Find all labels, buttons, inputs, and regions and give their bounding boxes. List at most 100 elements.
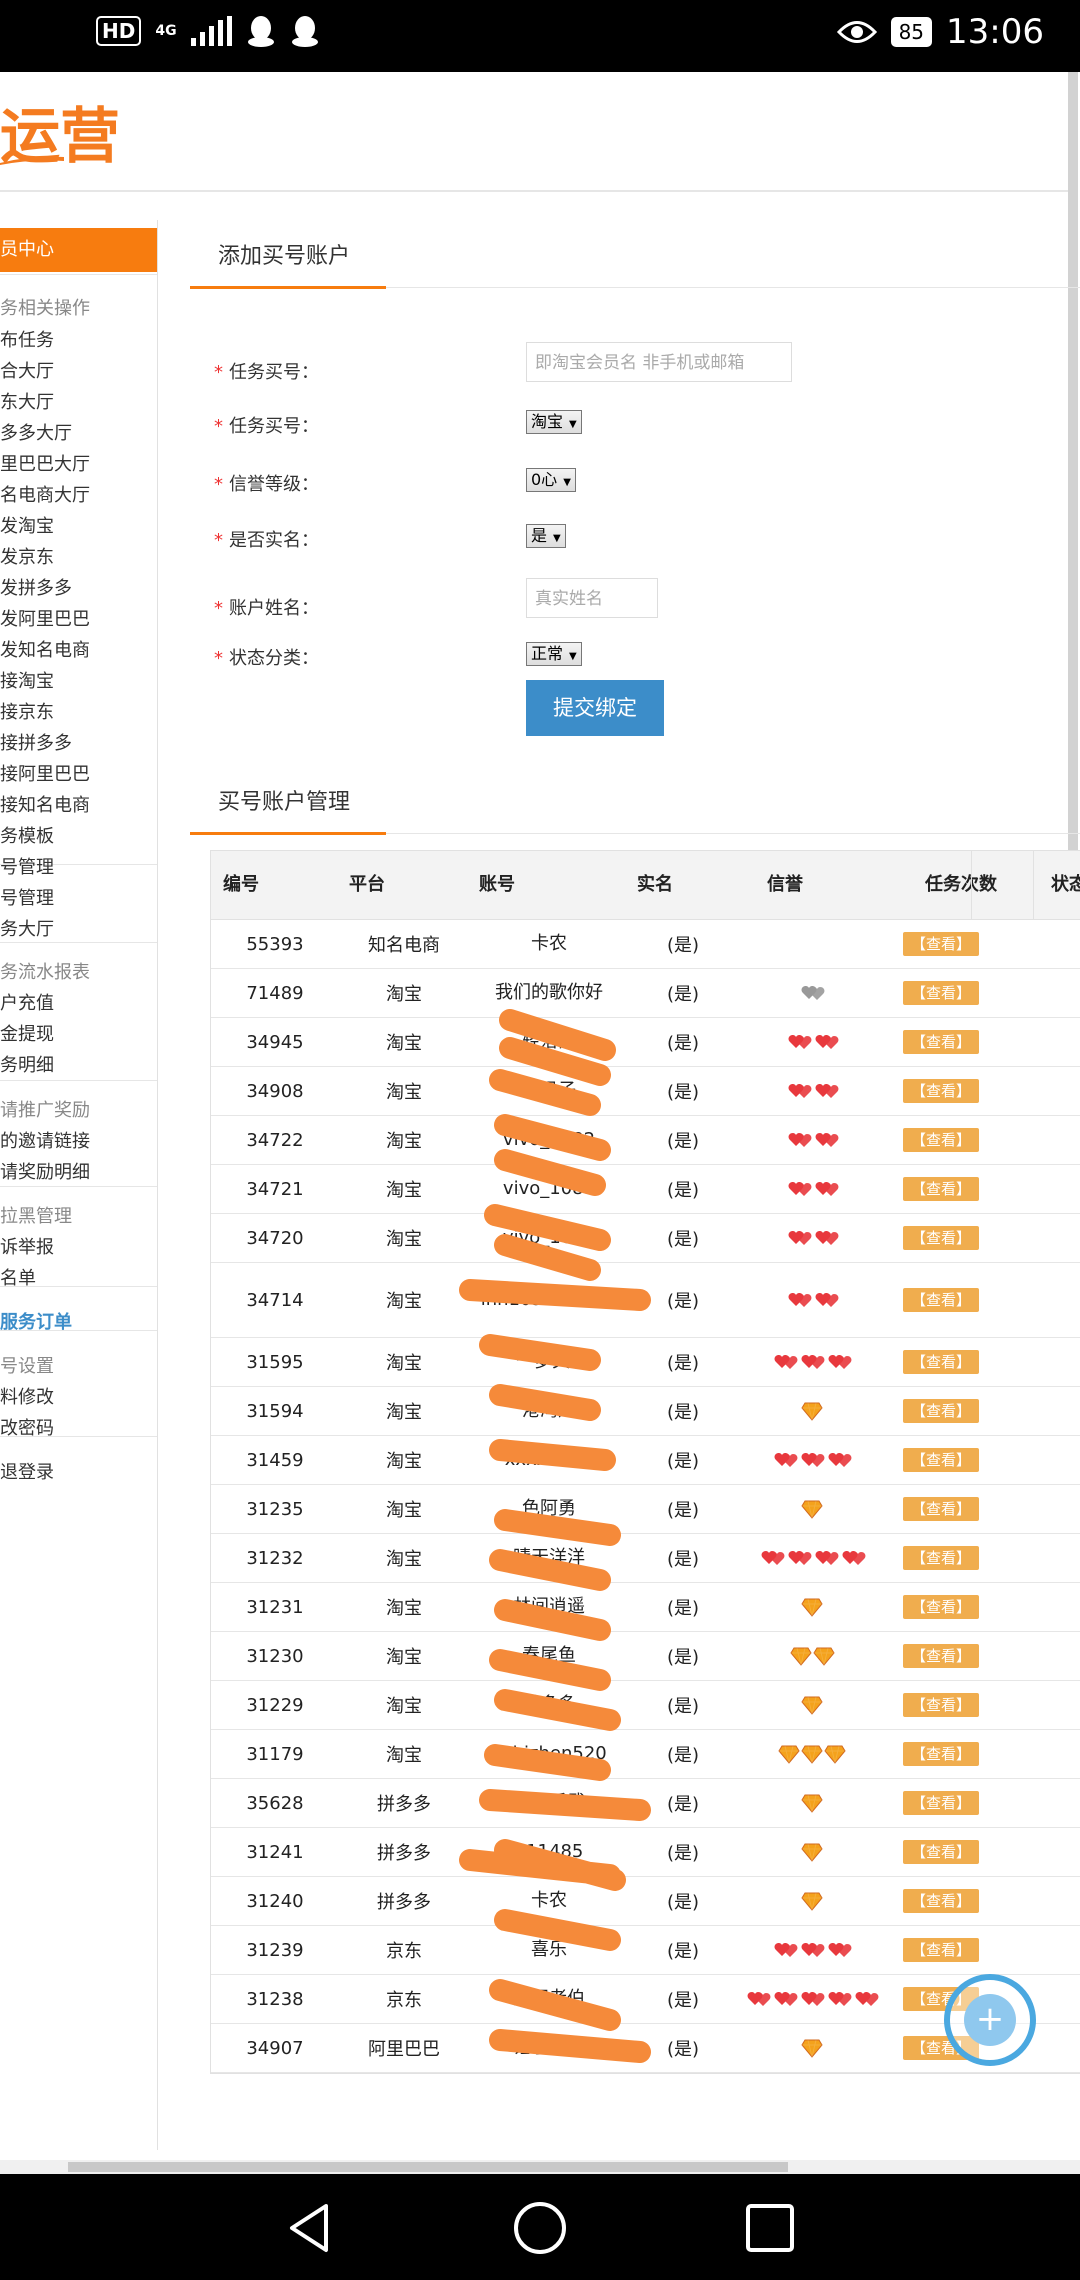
cell-platform: 拼多多 [377,1843,431,1864]
view-button[interactable]: 【查看】 [902,1079,979,1103]
view-button[interactable]: 【查看】 [902,1791,979,1815]
sidebar-item[interactable]: 发阿里巴巴 [0,605,90,631]
qq-icon [247,16,274,47]
sidebar-item[interactable]: 料修改 [0,1383,54,1409]
diamond-icon [801,1500,823,1519]
view-button[interactable]: 【查看】 [902,1497,979,1521]
sidebar-item[interactable]: 发京东 [0,543,54,569]
sidebar-item[interactable]: 接阿里巴巴 [0,760,90,786]
required-marker: * [214,362,223,383]
view-button[interactable]: 【查看】 [902,1350,979,1374]
sidebar-item[interactable]: 名单 [0,1264,36,1290]
sidebar-item[interactable]: 号管理 [0,884,54,910]
cell-id: 31232 [246,1547,304,1569]
back-icon[interactable] [280,2198,340,2258]
sidebar-item[interactable]: 名电商大厅 [0,481,90,507]
form-input[interactable]: 真实姓名 [526,578,658,618]
sidebar-item[interactable]: 多多大厅 [0,419,72,445]
sidebar-item[interactable]: 务大厅 [0,915,54,941]
view-button[interactable]: 【查看】 [902,1889,979,1913]
sidebar-item[interactable]: 金提现 [0,1020,54,1046]
cell-account: 色阿勇 [522,1498,576,1519]
required-marker: * [214,530,223,551]
sidebar-item[interactable]: 发拼多多 [0,574,72,600]
sidebar-item[interactable]: 发知名电商 [0,636,90,662]
view-button[interactable]: 【查看】 [902,1448,979,1472]
header-divider [0,190,1070,192]
table-row: 55393 知名电商 卡农 (是) 【查看】 [211,920,1080,969]
form-select[interactable]: 淘宝 ▼ [526,410,582,434]
cell-realname: (是) [666,935,700,956]
cell-actions: 【查看】 [901,1436,981,1484]
view-button[interactable]: 【查看】 [902,1742,979,1766]
cell-platform: 淘宝 [386,1229,422,1250]
cell-actions: 【查看】 [901,1165,981,1213]
sidebar-item[interactable]: 改密码 [0,1414,54,1440]
cell-account: vivo_1082 [502,1129,596,1150]
cell-id: 34945 [246,1031,304,1053]
form-label: * 信誉等级： [214,470,319,496]
sidebar-item[interactable]: 接京东 [0,698,54,724]
cell-realname: (是) [666,1647,700,1668]
cell-platform: 阿里巴巴 [368,2039,440,2060]
sidebar-link[interactable]: 服务订单 [0,1308,72,1334]
cell-credit [737,2024,887,2072]
sidebar-item[interactable]: 东大厅 [0,388,54,414]
cell-id: 34722 [246,1129,304,1151]
sidebar-item[interactable]: 务明细 [0,1051,54,1077]
view-button[interactable]: 【查看】 [902,1288,979,1312]
horizontal-scrollbar[interactable] [68,2162,788,2172]
view-button[interactable]: 【查看】 [902,1226,979,1250]
view-button[interactable]: 【查看】 [902,1030,979,1054]
view-button[interactable]: 【查看】 [902,1177,979,1201]
view-button[interactable]: 【查看】 [902,1644,979,1668]
form-label-text: 任务买号： [229,362,319,383]
sidebar-item[interactable]: 户充值 [0,989,54,1015]
view-button[interactable]: 【查看】 [902,1840,979,1864]
sidebar-item[interactable]: 的邀请链接 [0,1127,90,1153]
view-button[interactable]: 【查看】 [902,1546,979,1570]
view-button[interactable]: 【查看】 [902,1595,979,1619]
view-button[interactable]: 【查看】 [902,1693,979,1717]
sidebar-item[interactable]: 务模板 [0,822,54,848]
sidebar-item[interactable]: 号管理 [0,853,54,879]
diamond-icon [801,1696,823,1715]
sidebar-item[interactable]: 接淘宝 [0,667,54,693]
vertical-scrollbar[interactable] [1068,72,1078,852]
form-select[interactable]: 是 ▼ [526,524,566,548]
sidebar-item[interactable]: 布任务 [0,326,54,352]
form-select[interactable]: 正常 ▼ [526,642,582,666]
submit-bind-button[interactable]: 提交绑定 [526,680,664,736]
recents-icon[interactable] [740,2198,800,2258]
cell-id: 34907 [246,2037,304,2059]
cell-id: 35628 [246,1792,304,1814]
view-button[interactable]: 【查看】 [902,1128,979,1152]
form-select[interactable]: 0心 ▼ [526,468,576,492]
diamond-icon [801,1892,823,1911]
sidebar-item[interactable]: 请奖励明细 [0,1158,90,1184]
view-button[interactable]: 【查看】 [902,981,979,1005]
floating-action-button[interactable]: + [944,1974,1036,2066]
credit-icons [786,1080,839,1102]
sidebar-item[interactable]: 诉举报 [0,1233,54,1259]
form-input[interactable]: 即淘宝会员名 非手机或邮箱 [526,342,792,382]
view-button[interactable]: 【查看】 [902,1399,979,1423]
sidebar-group: 号设置 [0,1356,54,1377]
sidebar-item[interactable]: 里巴巴大厅 [0,450,90,476]
sidebar-item[interactable]: 发淘宝 [0,512,54,538]
form-label: * 状态分类： [214,644,319,670]
view-button[interactable]: 【查看】 [902,1938,979,1962]
sidebar-divider [0,1186,157,1187]
diamond-icon [789,1647,812,1666]
sidebar-item-member-center[interactable]: 员中心 [0,228,157,272]
heart-icon [828,1943,852,1957]
cell-id: 34908 [246,1080,304,1102]
heart-icon [855,1992,879,2006]
home-icon[interactable] [510,2198,570,2258]
sidebar-item[interactable]: 退登录 [0,1458,54,1484]
table-row: 31595 淘宝 一梦文8 (是) 【查看】 [211,1338,1080,1387]
sidebar-item[interactable]: 接拼多多 [0,729,72,755]
sidebar-item[interactable]: 合大厅 [0,357,54,383]
sidebar-item[interactable]: 接知名电商 [0,791,90,817]
view-button[interactable]: 【查看】 [902,932,979,956]
